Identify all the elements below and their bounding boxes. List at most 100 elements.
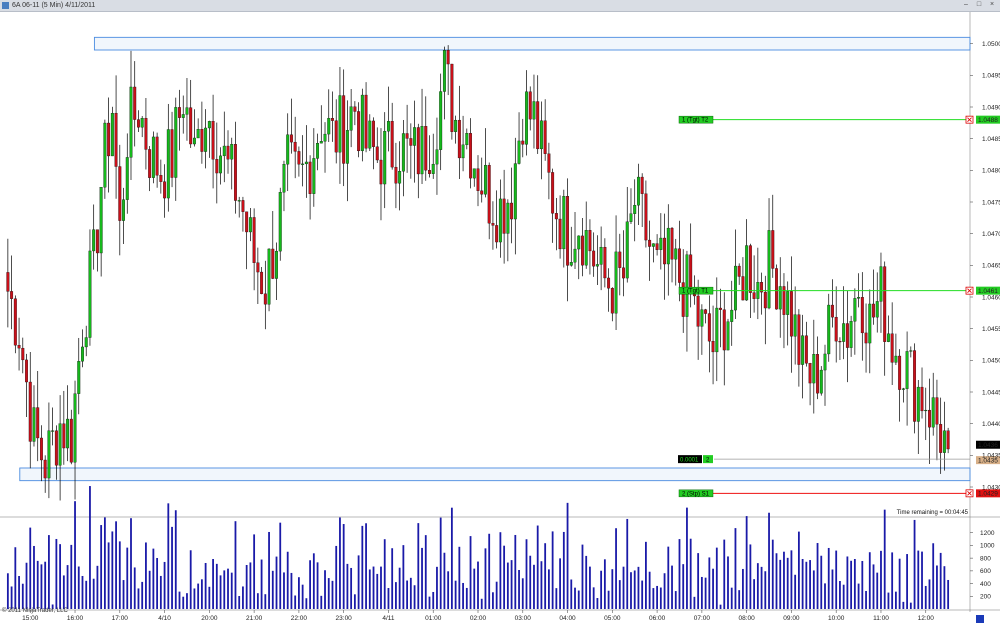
volume-bar: [391, 548, 394, 609]
candle-body: [491, 223, 495, 226]
candle-body: [894, 355, 898, 363]
candle-body: [510, 202, 514, 220]
time-tick-label: 4/10: [158, 615, 171, 622]
candle-body: [25, 359, 28, 383]
candle-body: [726, 321, 730, 351]
candle-body: [278, 192, 282, 252]
volume-bar: [417, 523, 420, 609]
candle-body: [405, 133, 409, 139]
close-button[interactable]: ×: [988, 1, 996, 9]
volume-bar: [409, 577, 412, 609]
volume-bar: [111, 531, 114, 609]
stop-order-label: 2 (Stp) S1: [682, 491, 710, 497]
volume-bar: [645, 541, 647, 609]
candle-body: [107, 122, 111, 157]
candle-body: [263, 293, 267, 305]
volume-bar: [74, 501, 76, 609]
candle-body: [211, 121, 215, 160]
candle-body: [390, 121, 394, 168]
volume-bar: [503, 545, 506, 609]
volume-bar: [682, 564, 685, 609]
candle-body: [282, 164, 286, 193]
candle-body: [659, 237, 663, 250]
candle-body: [155, 136, 159, 176]
volume-bar: [626, 518, 629, 609]
volume-bar: [592, 587, 595, 609]
volume-bar: [514, 534, 517, 609]
candle-body: [88, 250, 92, 338]
volume-bar: [827, 547, 830, 609]
price-tick-label: 1.0495: [982, 73, 1000, 80]
candle-body: [875, 301, 879, 318]
candle-body: [248, 217, 252, 233]
volume-bar: [215, 563, 218, 609]
candle-body: [711, 341, 715, 353]
candle-body: [386, 121, 390, 132]
volume-bar: [801, 558, 804, 609]
volume-bar: [443, 552, 446, 609]
volume-bar: [607, 590, 610, 609]
price-tick-label: 1.0455: [982, 326, 1000, 333]
candle-body: [685, 254, 689, 317]
candle-body: [73, 393, 77, 463]
volume-bar: [506, 562, 509, 609]
price-chart[interactable]: 1 (Tgt) T2 1.04881 (Tgt) T1 1.04612 (Stp) …: [0, 12, 1000, 624]
candle-body: [633, 205, 637, 214]
candle-body: [916, 386, 920, 422]
volume-bar: [81, 575, 84, 609]
volume-bar: [189, 550, 192, 609]
candle-body: [159, 175, 163, 182]
volume-bar: [906, 554, 908, 609]
volume-bar: [853, 559, 856, 609]
target-2-order-label: 1 (Tgt) T2: [682, 118, 709, 124]
candle-body: [789, 291, 793, 337]
volume-bar: [171, 526, 173, 609]
candle-body: [185, 107, 189, 115]
time-tick-label: 05:00: [604, 615, 621, 622]
volume-bar: [663, 573, 666, 609]
stop-price-text: 1.0429: [978, 491, 998, 498]
volume-bar: [368, 569, 371, 609]
volume-bar: [96, 565, 99, 609]
candle-body: [558, 218, 562, 250]
volume-bar: [652, 588, 655, 609]
volume-bar: [29, 527, 32, 609]
maximize-button[interactable]: □: [975, 1, 983, 9]
volume-bar: [775, 553, 778, 609]
volume-bar: [633, 570, 636, 609]
candle-body: [663, 237, 667, 265]
volume-bar: [174, 510, 177, 609]
candle-body: [245, 211, 249, 233]
volume-bar: [186, 593, 188, 609]
volume-bar: [637, 566, 640, 609]
candle-body: [771, 230, 775, 269]
candle-body: [260, 271, 264, 294]
candle-body: [730, 309, 734, 322]
volume-bar: [492, 592, 494, 609]
candle-body: [614, 251, 618, 314]
volume-bar: [234, 521, 237, 609]
candle-body: [648, 239, 652, 247]
volume-bar: [738, 590, 741, 609]
volume-bar: [14, 547, 17, 609]
volume-bar: [484, 548, 487, 609]
volume-bar: [883, 509, 886, 609]
minimize-button[interactable]: –: [962, 1, 970, 9]
time-tick-label: 15:00: [22, 615, 39, 622]
volume-bar: [797, 531, 800, 609]
candle-body: [349, 106, 353, 131]
volume-bar: [290, 572, 293, 609]
candle-body: [81, 346, 84, 362]
volume-bar: [118, 541, 121, 609]
candle-body: [144, 118, 148, 150]
volume-bar: [648, 571, 651, 609]
volume-bar: [350, 567, 353, 609]
volume-tick-label: 800: [980, 555, 991, 562]
candle-body: [334, 120, 338, 153]
volume-bar: [805, 561, 808, 609]
candle-body: [163, 181, 167, 199]
volume-bar: [357, 555, 360, 609]
candle-body: [21, 347, 25, 361]
volume-bar: [779, 559, 782, 609]
scroll-end-icon[interactable]: [976, 615, 984, 623]
